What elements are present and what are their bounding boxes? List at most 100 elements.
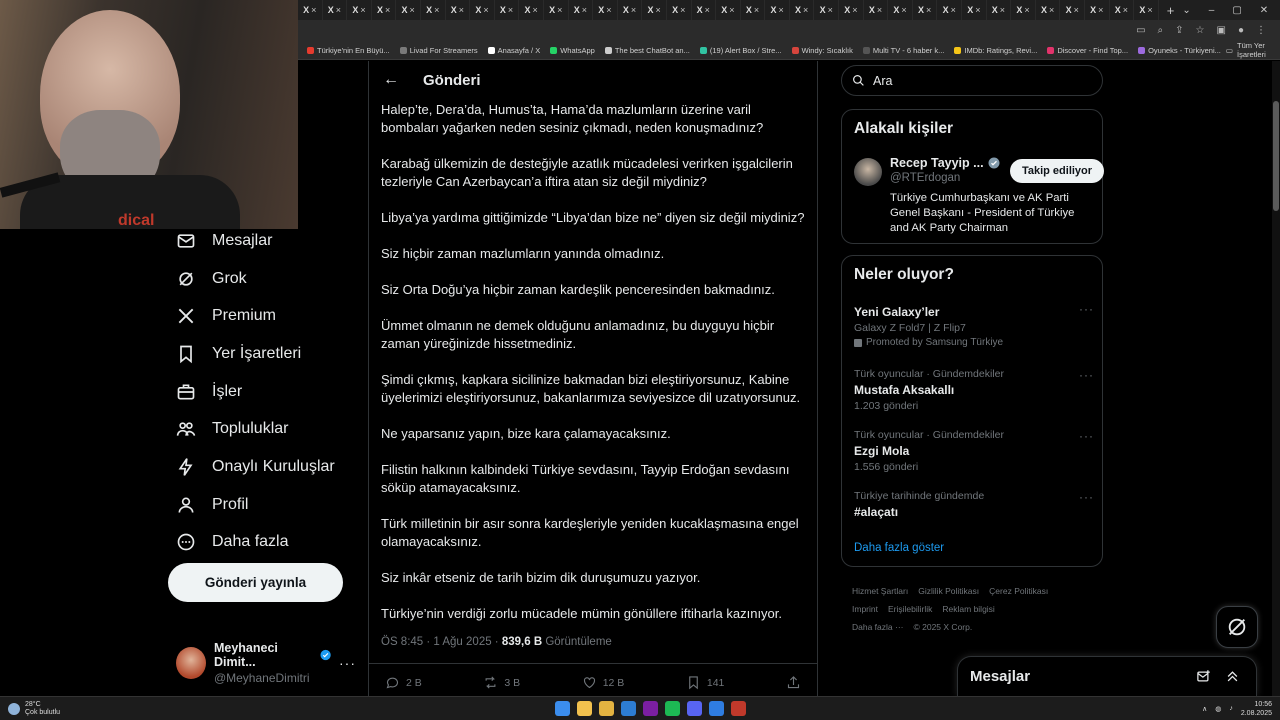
footer-link[interactable]: Gizlilik Politikası: [918, 586, 979, 596]
close-tab-icon[interactable]: ×: [483, 5, 488, 15]
nav-item-grok[interactable]: Grok: [168, 260, 358, 298]
footer-link[interactable]: Çerez Politikası: [989, 586, 1048, 596]
footer-link[interactable]: Erişilebilirlik: [888, 604, 932, 614]
close-tab-icon[interactable]: ×: [951, 5, 956, 15]
browser-tab[interactable]: X ×: [446, 0, 471, 20]
footer-link[interactable]: Reklam bilgisi: [942, 604, 994, 614]
spotify-icon[interactable]: [665, 701, 680, 716]
app-icon[interactable]: [731, 701, 746, 716]
maximize-icon[interactable]: ▢: [1232, 5, 1241, 16]
app-icon[interactable]: [643, 701, 658, 716]
app-icon[interactable]: [709, 701, 724, 716]
app-icon[interactable]: [621, 701, 636, 716]
post-button[interactable]: Gönderi yayınla: [168, 563, 343, 602]
close-tab-icon[interactable]: ×: [1098, 5, 1103, 15]
close-tab-icon[interactable]: ×: [631, 5, 636, 15]
chrome-icon[interactable]: [577, 701, 592, 716]
promoted-trend[interactable]: Yeni Galaxy’ler Galaxy Z Fold7 | Z Flip7…: [854, 302, 1094, 348]
cast-icon[interactable]: ▭: [1136, 25, 1145, 36]
bookmark-item[interactable]: Türkiye'nin En Büyü...: [302, 46, 395, 55]
reply-button[interactable]: 2 B: [385, 675, 422, 690]
browser-tab[interactable]: X ×: [765, 0, 790, 20]
new-message-icon[interactable]: [1196, 669, 1211, 684]
like-button[interactable]: 12 B: [582, 675, 624, 690]
nav-item-i-şler[interactable]: İşler: [168, 373, 358, 411]
zoom-icon[interactable]: ⌕: [1158, 25, 1164, 36]
share-icon[interactable]: ⇪: [1175, 25, 1183, 36]
profile-icon[interactable]: ●: [1238, 25, 1244, 36]
menu-icon[interactable]: ⋮: [1256, 25, 1266, 36]
browser-tab[interactable]: X ×: [1060, 0, 1085, 20]
browser-tab[interactable]: X ×: [495, 0, 520, 20]
close-tab-icon[interactable]: ×: [606, 5, 611, 15]
show-more-link[interactable]: Daha fazla göster: [854, 542, 944, 554]
close-tab-icon[interactable]: ×: [975, 5, 980, 15]
bookmark-item[interactable]: (19) Alert Box / Stre...: [695, 46, 787, 55]
browser-tab[interactable]: X ×: [790, 0, 815, 20]
close-tab-icon[interactable]: ×: [434, 5, 439, 15]
close-tab-icon[interactable]: ×: [852, 5, 857, 15]
more-icon[interactable]: ···: [1079, 368, 1094, 382]
nav-item-daha-fazla[interactable]: Daha fazla: [168, 524, 358, 562]
close-tab-icon[interactable]: ×: [1049, 5, 1054, 15]
browser-tab[interactable]: X ×: [962, 0, 987, 20]
share-button[interactable]: [786, 675, 801, 690]
close-tab-icon[interactable]: ×: [533, 5, 538, 15]
bookmark-item[interactable]: Oyuneks - Türkiyeni...: [1133, 46, 1226, 55]
close-tab-icon[interactable]: ×: [1000, 5, 1005, 15]
close-tab-icon[interactable]: ×: [336, 5, 341, 15]
browser-tab[interactable]: X ×: [544, 0, 569, 20]
browser-tab[interactable]: X ×: [642, 0, 667, 20]
browser-tab[interactable]: X ×: [1134, 0, 1159, 20]
page-scrollbar[interactable]: [1272, 61, 1280, 696]
nav-item-profil[interactable]: Profil: [168, 486, 358, 524]
browser-tab[interactable]: X ×: [593, 0, 618, 20]
bookmark-item[interactable]: Multi TV - 6 haber k...: [858, 46, 950, 55]
close-tab-icon[interactable]: ×: [385, 5, 390, 15]
close-tab-icon[interactable]: ×: [1147, 5, 1152, 15]
weather-widget[interactable]: 28°C Çok bulutlu: [0, 701, 140, 717]
search-input[interactable]: Ara: [841, 65, 1103, 96]
browser-tab[interactable]: X ×: [987, 0, 1012, 20]
tray-chevron-icon[interactable]: ∧: [1202, 705, 1207, 713]
close-tab-icon[interactable]: ×: [680, 5, 685, 15]
back-arrow-icon[interactable]: ←: [383, 71, 399, 89]
nav-item-onaylı-kuruluşlar[interactable]: Onaylı Kuruluşlar: [168, 448, 358, 486]
browser-tab[interactable]: X ×: [1011, 0, 1036, 20]
close-tab-icon[interactable]: ×: [360, 5, 365, 15]
browser-tab[interactable]: X ×: [372, 0, 397, 20]
more-icon[interactable]: ···: [1079, 429, 1094, 443]
browser-tab[interactable]: X ×: [618, 0, 643, 20]
browser-tab[interactable]: X ×: [888, 0, 913, 20]
bookmark-item[interactable]: The best ChatBot an...: [600, 46, 695, 55]
trend-item[interactable]: Türkiye tarihinde gündemde #alaçatı ···: [854, 490, 1094, 519]
browser-tab[interactable]: X ×: [347, 0, 372, 20]
close-tab-icon[interactable]: ×: [1074, 5, 1079, 15]
scrollbar-thumb[interactable]: [1273, 101, 1279, 211]
close-tab-icon[interactable]: ×: [705, 5, 710, 15]
browser-tab[interactable]: X ×: [421, 0, 446, 20]
browser-tab[interactable]: X ×: [470, 0, 495, 20]
following-button[interactable]: Takip ediliyor: [1010, 159, 1104, 183]
close-tab-icon[interactable]: ×: [1123, 5, 1128, 15]
browser-tab[interactable]: X ×: [1036, 0, 1061, 20]
close-tab-icon[interactable]: ×: [582, 5, 587, 15]
minimize-icon[interactable]: –: [1209, 5, 1215, 16]
post-timestamp[interactable]: ÖS 8:45 · 1 Ağu 2025 ·: [381, 636, 502, 648]
repost-button[interactable]: 3 B: [483, 675, 520, 690]
browser-tab[interactable]: X ×: [1110, 0, 1135, 20]
browser-tab[interactable]: X ×: [692, 0, 717, 20]
file-explorer-icon[interactable]: [599, 701, 614, 716]
account-switcher[interactable]: Meyhaneci Dimit... @MeyhaneDimitri ···: [176, 641, 356, 685]
close-tab-icon[interactable]: ×: [754, 5, 759, 15]
close-tab-icon[interactable]: ×: [926, 5, 931, 15]
all-bookmarks[interactable]: ▭ Tüm Yer İşaretleri: [1226, 41, 1280, 59]
close-tab-icon[interactable]: ×: [877, 5, 882, 15]
close-tab-icon[interactable]: ×: [901, 5, 906, 15]
close-tab-icon[interactable]: ×: [557, 5, 562, 15]
bookmark-item[interactable]: Discover - Find Top...: [1042, 46, 1133, 55]
browser-tab[interactable]: X ×: [1085, 0, 1110, 20]
bookmark-button[interactable]: 141: [686, 675, 724, 690]
discord-icon[interactable]: [687, 701, 702, 716]
extensions-icon[interactable]: ▣: [1217, 25, 1226, 36]
